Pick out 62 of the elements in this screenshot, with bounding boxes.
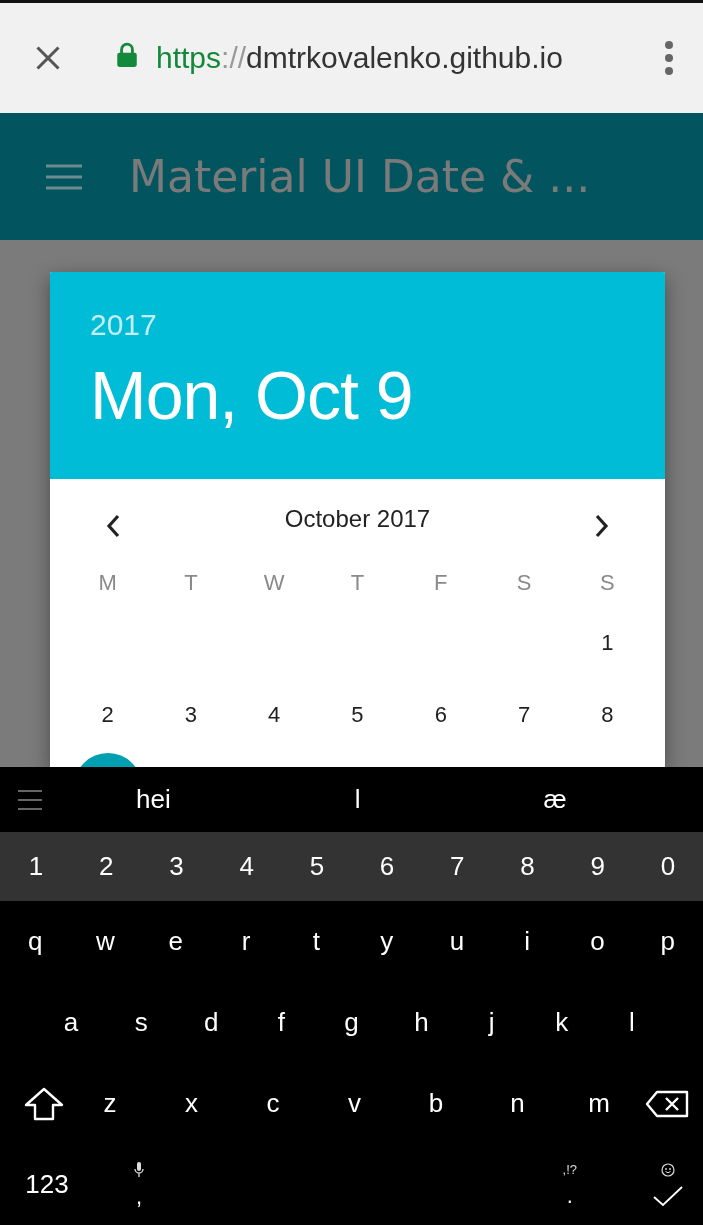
key[interactable]: g [316,1007,387,1038]
key[interactable]: r [210,926,282,957]
key[interactable]: y [351,926,422,957]
suggestion[interactable]: æ [543,784,567,815]
calendar-day[interactable]: 3 [184,702,198,728]
key[interactable]: c [237,1088,309,1119]
weekday-label: W [263,569,285,597]
weekday-label: S [516,569,532,597]
key[interactable]: o [562,926,633,957]
key[interactable]: v [319,1088,390,1119]
key[interactable]: d [176,1007,247,1038]
key[interactable]: x [156,1088,227,1119]
key[interactable]: k [526,1007,597,1038]
calendar-day[interactable]: 7 [517,702,531,728]
weekday-label: F [434,569,448,597]
key[interactable]: e [140,926,211,957]
key[interactable]: u [421,926,493,957]
key[interactable]: 5 [281,832,352,901]
key-hint: ,!? [562,1162,577,1177]
suggestion[interactable]: hei [136,784,171,815]
key[interactable]: t [281,926,352,957]
key[interactable]: 6 [352,832,423,901]
key[interactable]: z [74,1088,146,1119]
key[interactable]: 3 [141,832,212,901]
calendar-day[interactable]: 6 [434,702,447,728]
app-title: Material UI Date & ... [129,151,591,202]
key[interactable]: 4 [211,832,282,901]
key[interactable]: q [0,926,71,957]
period-key[interactable]: . [566,1185,573,1207]
comma-key[interactable]: , [135,1185,143,1208]
key[interactable]: 2 [71,832,142,901]
key[interactable]: p [632,926,703,957]
calendar-day[interactable]: 5 [351,702,364,728]
weekday-label: T [350,569,365,597]
key[interactable]: h [386,1007,457,1038]
month-label: October 2017 [284,505,431,533]
weekday-label: S [600,569,615,597]
weekday-label: M [98,569,117,597]
key[interactable]: a [36,1007,107,1038]
key[interactable]: 9 [562,832,633,901]
calendar-day[interactable]: 8 [601,702,614,728]
key[interactable]: i [492,926,563,957]
key[interactable]: b [400,1088,472,1119]
calendar-day[interactable]: 1 [601,630,614,656]
suggestion[interactable]: l [354,784,361,815]
calendar-day[interactable]: 4 [268,702,281,728]
key[interactable]: l [596,1007,667,1038]
key[interactable]: 0 [632,832,703,901]
key[interactable]: 8 [492,832,563,901]
key[interactable]: 1 [1,832,72,901]
key[interactable]: f [246,1007,317,1038]
url-field[interactable]: https://dmtrkovalenko.github.io [156,41,563,75]
key[interactable]: m [563,1088,635,1119]
key[interactable]: 7 [422,832,493,901]
key[interactable]: j [456,1007,527,1038]
key[interactable]: n [482,1088,553,1119]
symbols-key[interactable]: 123 [22,1169,72,1200]
weekday-label: T [184,569,198,597]
calendar-day[interactable]: 2 [101,702,114,728]
key[interactable]: s [106,1007,177,1038]
selected-date: Mon, Oct 9 [90,356,413,434]
key[interactable]: w [70,926,141,957]
